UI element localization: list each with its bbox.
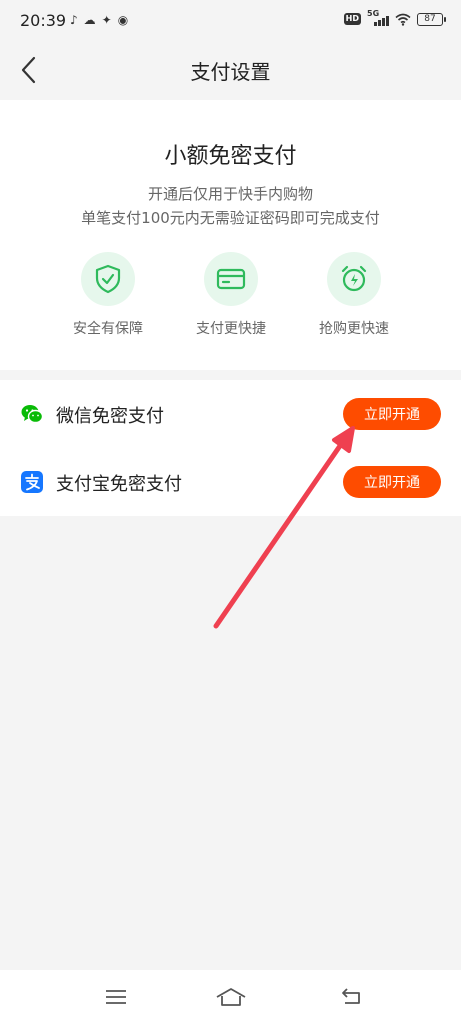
weibo-icon: ◉ — [117, 13, 129, 27]
intro-title: 小额免密支付 — [164, 144, 297, 169]
app-icon: ✦ — [101, 13, 112, 27]
header: 支付设置 — [0, 40, 461, 100]
back-icon — [342, 988, 360, 1004]
battery-icon: 87 — [417, 12, 446, 26]
page-title: 支付设置 — [190, 60, 271, 84]
hd-badge: HD — [343, 13, 361, 25]
feature-circle — [81, 252, 135, 306]
payment-options: 微信免密支付 立即开通 支付宝免密支付 立即开通 — [0, 380, 461, 516]
nav-menu-button[interactable] — [96, 982, 136, 1012]
nav-home-button[interactable] — [211, 982, 251, 1012]
shield-check-icon — [95, 264, 121, 294]
intro-card: 小额免密支付 开通后仅用于快手内购物 单笔支付100元内无需验证密码即可完成支付… — [0, 100, 461, 370]
wechat-icon — [21, 405, 44, 424]
alipay-enable-button[interactable]: 立即开通 — [343, 466, 441, 498]
payment-row-alipay: 支付宝免密支付 立即开通 — [0, 448, 461, 516]
home-icon — [216, 988, 246, 1006]
feature-circle — [204, 252, 258, 306]
feature-label: 支付更快捷 — [196, 321, 266, 337]
wechat-enable-button[interactable]: 立即开通 — [343, 398, 441, 430]
intro-description-2: 单笔支付100元内无需验证密码即可完成支付 — [81, 209, 380, 227]
status-time: 20:39 — [20, 11, 67, 30]
nav-back-button[interactable] — [332, 982, 372, 1012]
feature-circle — [327, 252, 381, 306]
signal-icon: 5G — [367, 9, 389, 26]
feature-label: 安全有保障 — [73, 321, 143, 337]
status-bar: 20:39 ♪ ☁ ✦ ◉ HD 5G 87 — [0, 0, 461, 40]
notification-icons: ♪ ☁ ✦ ◉ — [70, 12, 128, 28]
status-right: HD 5G 87 — [343, 9, 446, 26]
menu-icon — [106, 990, 126, 1004]
cloud-icon: ☁ — [83, 13, 96, 27]
feature-fast-pay: 支付更快捷 — [176, 252, 286, 338]
alipay-icon — [21, 471, 43, 493]
feature-label: 抢购更快速 — [319, 321, 389, 337]
payment-label: 支付宝免密支付 — [56, 474, 182, 495]
system-nav-bar — [0, 970, 461, 1024]
payment-row-wechat: 微信免密支付 立即开通 — [0, 380, 461, 448]
feature-security: 安全有保障 — [53, 252, 163, 338]
tiktok-icon: ♪ — [70, 13, 78, 27]
wifi-icon — [395, 13, 411, 26]
payment-label: 微信免密支付 — [56, 406, 164, 427]
battery-level: 87 — [424, 13, 436, 24]
feature-flash-sale: 抢购更快速 — [299, 252, 409, 338]
alarm-bolt-icon — [341, 265, 367, 292]
card-icon — [216, 268, 246, 290]
intro-description-1: 开通后仅用于快手内购物 — [147, 185, 313, 203]
